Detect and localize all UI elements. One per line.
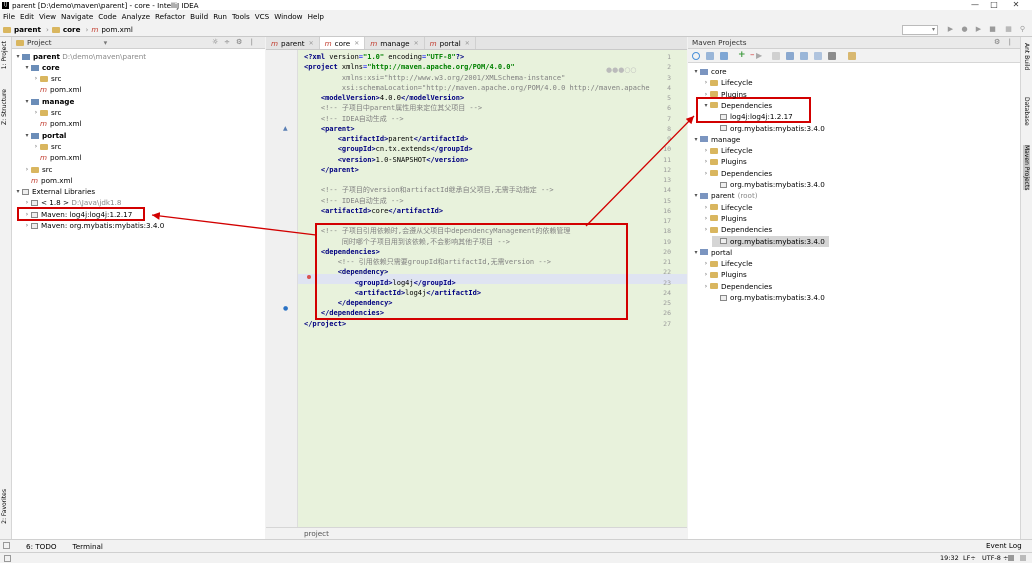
tool-terminal[interactable]: Terminal: [73, 542, 103, 551]
line-separator[interactable]: LF÷: [963, 553, 976, 563]
status-icon: [4, 555, 11, 562]
tool-todo[interactable]: 6: TODO: [26, 542, 57, 551]
file-encoding[interactable]: UTF-8 ÷: [982, 553, 1008, 563]
tool-event-log[interactable]: Event Log: [986, 541, 1022, 550]
annotation-arrows: [151, 115, 695, 236]
arrow-to-maven-dependencies: [585, 115, 695, 227]
tool-window-toggle-icon[interactable]: [3, 542, 10, 549]
hector-icon[interactable]: [1020, 555, 1026, 561]
ide-window: IJ parent [D:\demo\maven\parent] - core …: [0, 0, 1032, 563]
bottom-tool-bar: 6: TODO Terminal Event Log: [0, 539, 1032, 552]
status-bar: 19:32 LF÷ UTF-8 ÷: [0, 552, 1032, 563]
arrow-to-project-library: [151, 212, 317, 236]
lock-icon[interactable]: [1008, 555, 1014, 561]
caret-position[interactable]: 19:32: [940, 553, 959, 563]
